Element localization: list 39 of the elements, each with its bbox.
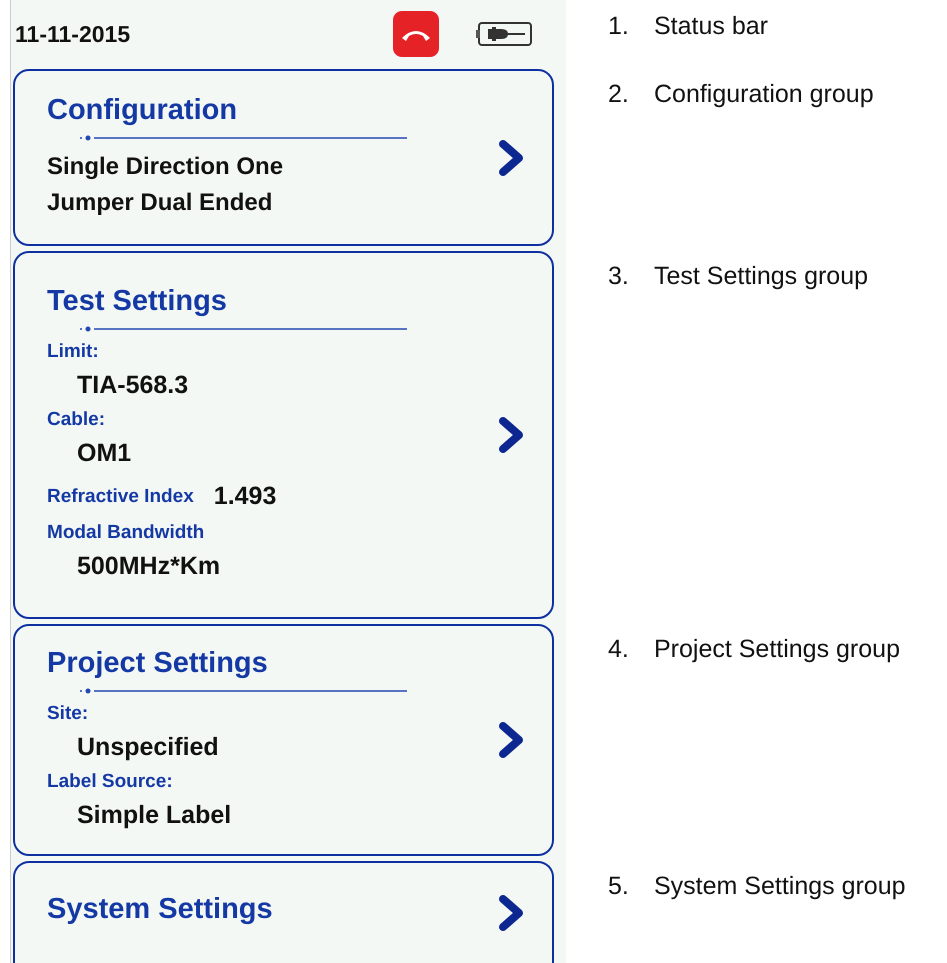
field-label: Cable: bbox=[47, 408, 106, 432]
annotation-text: Configuration group bbox=[654, 80, 874, 110]
annotation-number: 2. bbox=[608, 80, 630, 110]
chevron-right-icon bbox=[498, 722, 524, 758]
hang-up-phone-icon bbox=[393, 11, 439, 57]
annotation-text: Project Settings group bbox=[654, 635, 900, 665]
annotation-number: 4. bbox=[608, 635, 630, 665]
field-value: Simple Label bbox=[76, 800, 232, 830]
settings-group-card[interactable]: Configuration Single Direction One Jumper Dual Ended bbox=[13, 69, 554, 246]
field-value: OM1 bbox=[76, 438, 132, 469]
annotation-text: Status bar bbox=[654, 12, 768, 42]
annotation-text: System Settings group bbox=[654, 872, 906, 902]
chevron-right-icon bbox=[498, 417, 524, 453]
date-text: 11-11-2015 bbox=[15, 20, 132, 48]
annotation-number: 3. bbox=[608, 262, 630, 292]
group-title: System Settings bbox=[47, 893, 273, 926]
field-label: Label Source: bbox=[47, 770, 174, 794]
chevron-right-icon bbox=[498, 140, 524, 176]
group-title: Test Settings bbox=[47, 285, 227, 318]
field-value: Unspecified bbox=[76, 732, 219, 762]
group-title: Configuration bbox=[47, 94, 238, 127]
annotation-text: Test Settings group bbox=[654, 262, 868, 292]
field-value: 500MHz*Km bbox=[76, 551, 220, 582]
field-label: Site: bbox=[47, 702, 90, 726]
settings-group-card[interactable]: Project Settings Site: Unspecified Label Source: Simple Label bbox=[13, 624, 554, 856]
power-plug-icon bbox=[475, 20, 533, 48]
field-label: Limit: bbox=[47, 340, 100, 364]
field-label: Refractive Index bbox=[47, 484, 194, 508]
field-value: 1.493 bbox=[214, 482, 276, 511]
field-label: Modal Bandwidth bbox=[47, 521, 206, 545]
settings-group-card[interactable]: System Settings bbox=[13, 861, 554, 963]
chevron-right-icon bbox=[498, 895, 524, 931]
annotation-number: 1. bbox=[608, 12, 630, 42]
configuration-text: Single Direction One bbox=[47, 152, 284, 182]
settings-group-card[interactable]: Test Settings Limit: TIA-568.3 Cable: OM1 Refractive Index 1.493 Modal Bandwidth 500MHz*Km bbox=[13, 251, 554, 619]
configuration-text: Jumper Dual Ended bbox=[47, 188, 274, 218]
field-value: TIA-568.3 bbox=[76, 370, 188, 401]
annotation-number: 5. bbox=[608, 872, 630, 902]
group-title: Project Settings bbox=[47, 646, 268, 680]
